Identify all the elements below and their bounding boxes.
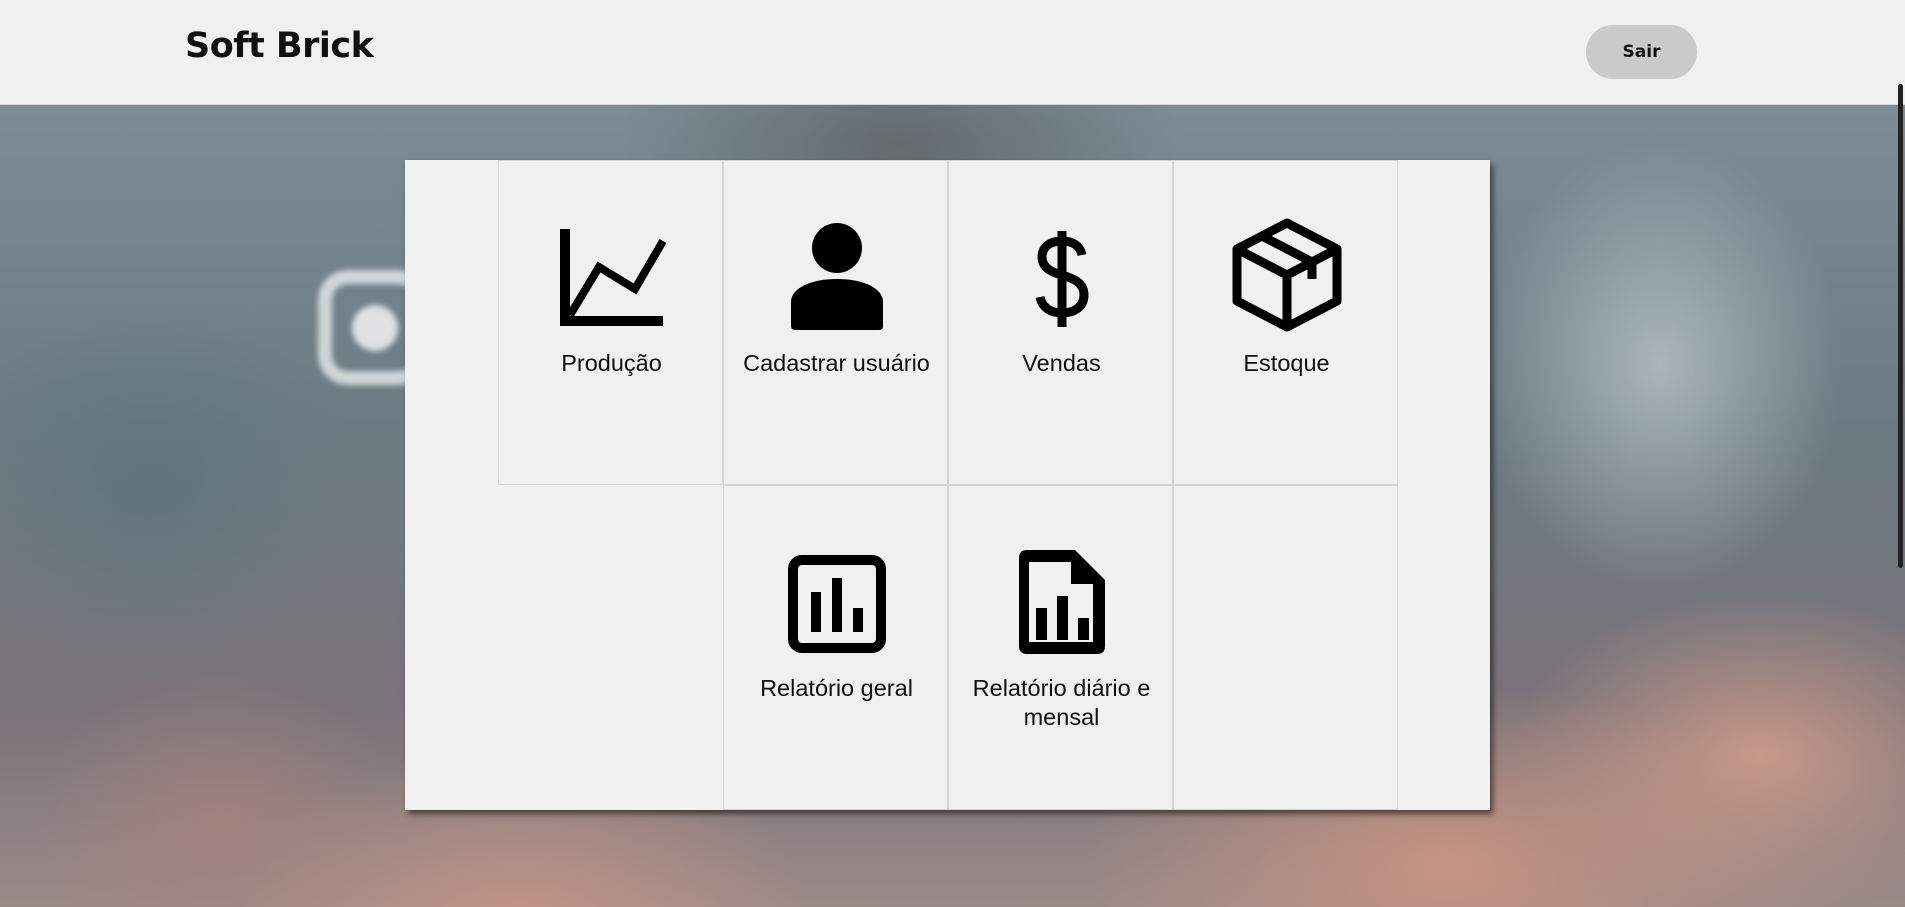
tile-empty [1173,485,1398,810]
bar-chart-icon [724,554,949,654]
top-header: Soft Brick Sair [0,0,1905,105]
page-scrollbar[interactable] [1898,84,1903,568]
menu-panel: Produção Cadastrar usuário Vendas Estoqu… [405,160,1490,810]
tile-cadastrar-usuario[interactable]: Cadastrar usuário [723,160,948,485]
tile-relatorio-diario-mensal[interactable]: Relatório diário e mensal [948,485,1173,810]
tile-estoque[interactable]: Estoque [1173,160,1398,485]
tile-label: Produção [561,350,662,376]
tile-relatorio-geral[interactable]: Relatório geral [723,485,948,810]
background-blur-dot [352,305,398,351]
dollar-icon [949,229,1174,329]
tile-producao[interactable]: Produção [498,160,723,485]
box-icon [1174,218,1399,332]
brand-title: Soft Brick [185,26,374,66]
tile-vendas[interactable]: Vendas [948,160,1173,485]
report-file-icon [949,550,1174,654]
tile-label: Vendas [1022,350,1101,376]
tile-label: Relatório diário e mensal [972,675,1151,730]
tile-label: Estoque [1243,350,1330,376]
person-icon [724,223,949,330]
line-chart-icon [499,229,724,329]
tile-label: Relatório geral [760,675,913,701]
tile-label: Cadastrar usuário [743,350,930,376]
logout-button[interactable]: Sair [1586,25,1697,79]
